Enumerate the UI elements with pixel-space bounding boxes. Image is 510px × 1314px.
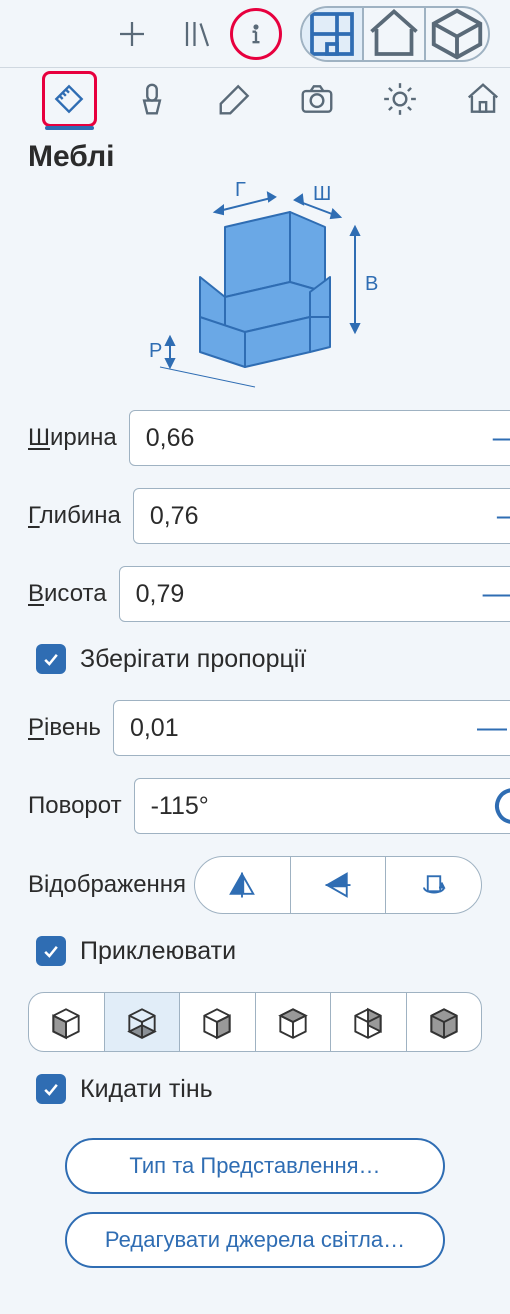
width-label: Ширина — [28, 424, 129, 452]
minus-icon[interactable]: — — [488, 488, 510, 544]
type-presentation-button[interactable]: Тип та Представлення… — [65, 1138, 445, 1194]
top-toolbar — [0, 0, 510, 68]
height-label: Висота — [28, 580, 119, 608]
glue-checkbox[interactable] — [36, 936, 66, 966]
tab-sun[interactable] — [373, 71, 428, 127]
dimension-diagram: Г Ш В Р — [0, 174, 510, 410]
svg-text:Р: Р — [149, 340, 162, 362]
view-2d-icon[interactable] — [302, 8, 364, 60]
mirror-reset-icon[interactable] — [386, 857, 481, 913]
height-input[interactable]: — + — [119, 566, 510, 622]
rotate-cw-icon[interactable] — [489, 778, 510, 834]
proportions-checkbox[interactable] — [36, 644, 66, 674]
snap-face-group — [28, 992, 482, 1052]
snap-top-icon[interactable] — [407, 993, 482, 1051]
snap-bottom-icon[interactable] — [105, 993, 181, 1051]
mirror-h-icon[interactable] — [195, 857, 291, 913]
mirror-v-icon[interactable] — [291, 857, 387, 913]
shadow-checkbox[interactable] — [36, 1074, 66, 1104]
view-house-icon[interactable] — [364, 8, 426, 60]
tab-materials[interactable] — [125, 71, 180, 127]
depth-label: Глибина — [28, 502, 133, 530]
level-input[interactable]: — + — [113, 700, 510, 756]
snap-right-icon[interactable] — [331, 993, 407, 1051]
rotate-input[interactable] — [134, 778, 510, 834]
edit-light-sources-button[interactable]: Редагувати джерела світла… — [65, 1212, 445, 1268]
add-icon[interactable] — [102, 4, 162, 64]
library-icon[interactable] — [166, 4, 226, 64]
tab-home[interactable] — [455, 71, 510, 127]
mirror-group — [194, 856, 482, 914]
level-label: Рівень — [28, 714, 113, 742]
property-tabs — [0, 68, 510, 130]
snap-back-icon[interactable] — [256, 993, 332, 1051]
svg-text:Ш: Ш — [313, 183, 331, 205]
rotate-label: Поворот — [28, 792, 134, 820]
tab-camera[interactable] — [290, 71, 345, 127]
view-3d-icon[interactable] — [426, 8, 488, 60]
tab-edit[interactable] — [207, 71, 262, 127]
minus-icon[interactable]: — — [474, 566, 510, 622]
minus-icon[interactable]: — — [468, 700, 510, 756]
proportions-label: Зберігати пропорції — [80, 645, 306, 674]
view-mode-pill — [300, 6, 490, 62]
width-input[interactable]: — + — [129, 410, 510, 466]
depth-input[interactable]: — + — [133, 488, 510, 544]
shadow-label: Кидати тінь — [80, 1075, 213, 1104]
svg-text:Г: Г — [235, 182, 246, 201]
panel-title: Меблі — [0, 130, 510, 174]
svg-text:В: В — [365, 273, 378, 295]
info-icon[interactable] — [230, 8, 282, 60]
mirror-label: Відображення — [28, 871, 194, 899]
tab-dimensions[interactable] — [42, 71, 97, 127]
minus-icon[interactable]: — — [484, 410, 510, 466]
snap-left-icon[interactable] — [29, 993, 105, 1051]
snap-front-icon[interactable] — [180, 993, 256, 1051]
glue-label: Приклеювати — [80, 937, 236, 966]
